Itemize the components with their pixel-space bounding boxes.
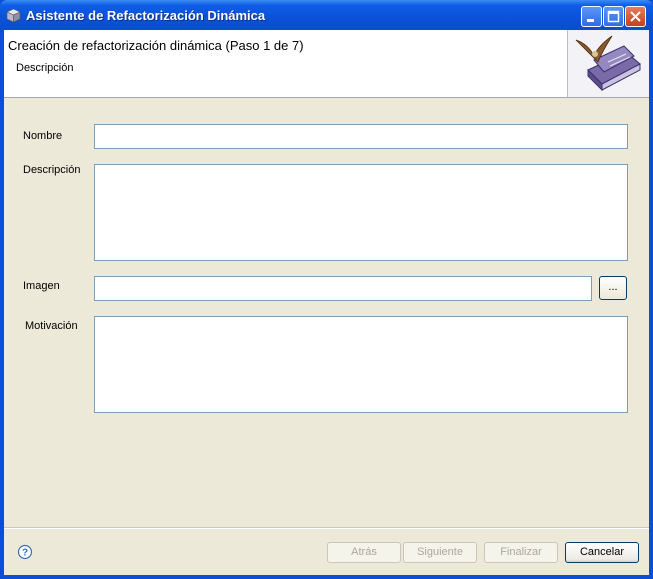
page-description: Descripción bbox=[16, 62, 74, 74]
motivacion-label: Motivación bbox=[25, 320, 78, 332]
back-button[interactable]: Atrás bbox=[327, 542, 401, 563]
close-button[interactable] bbox=[625, 6, 646, 27]
svg-text:?: ? bbox=[22, 548, 28, 559]
page-title: Creación de refactorización dinámica (Pa… bbox=[8, 38, 304, 53]
app-icon bbox=[6, 8, 21, 23]
descripcion-label: Descripción bbox=[23, 164, 81, 176]
minimize-button[interactable] bbox=[581, 6, 602, 27]
wizard-header: Creación de refactorización dinámica (Pa… bbox=[4, 30, 649, 98]
footer-separator bbox=[4, 527, 649, 529]
imagen-label: Imagen bbox=[23, 280, 60, 292]
cancel-button[interactable]: Cancelar bbox=[565, 542, 639, 563]
help-icon[interactable]: ? bbox=[17, 544, 33, 560]
nombre-field[interactable] bbox=[94, 124, 628, 149]
finish-button[interactable]: Finalizar bbox=[484, 542, 558, 563]
motivacion-textarea[interactable] bbox=[94, 316, 628, 413]
maximize-button[interactable] bbox=[603, 6, 624, 27]
descripcion-textarea[interactable] bbox=[94, 164, 628, 261]
eagle-books-icon bbox=[567, 30, 649, 97]
title-bar[interactable]: Asistente de Refactorización Dinámica bbox=[0, 0, 653, 30]
browse-button[interactable]: ... bbox=[599, 276, 627, 300]
close-icon bbox=[630, 11, 641, 22]
window-title: Asistente de Refactorización Dinámica bbox=[26, 8, 266, 23]
next-button[interactable]: Siguiente bbox=[403, 542, 477, 563]
maximize-icon bbox=[607, 10, 620, 23]
nombre-label: Nombre bbox=[23, 130, 63, 142]
minimize-icon bbox=[587, 19, 594, 22]
dialog-body: Creación de refactorización dinámica (Pa… bbox=[4, 30, 649, 575]
imagen-field[interactable] bbox=[94, 276, 592, 301]
wizard-window: Asistente de Refactorización Dinámica Cr… bbox=[0, 0, 653, 579]
